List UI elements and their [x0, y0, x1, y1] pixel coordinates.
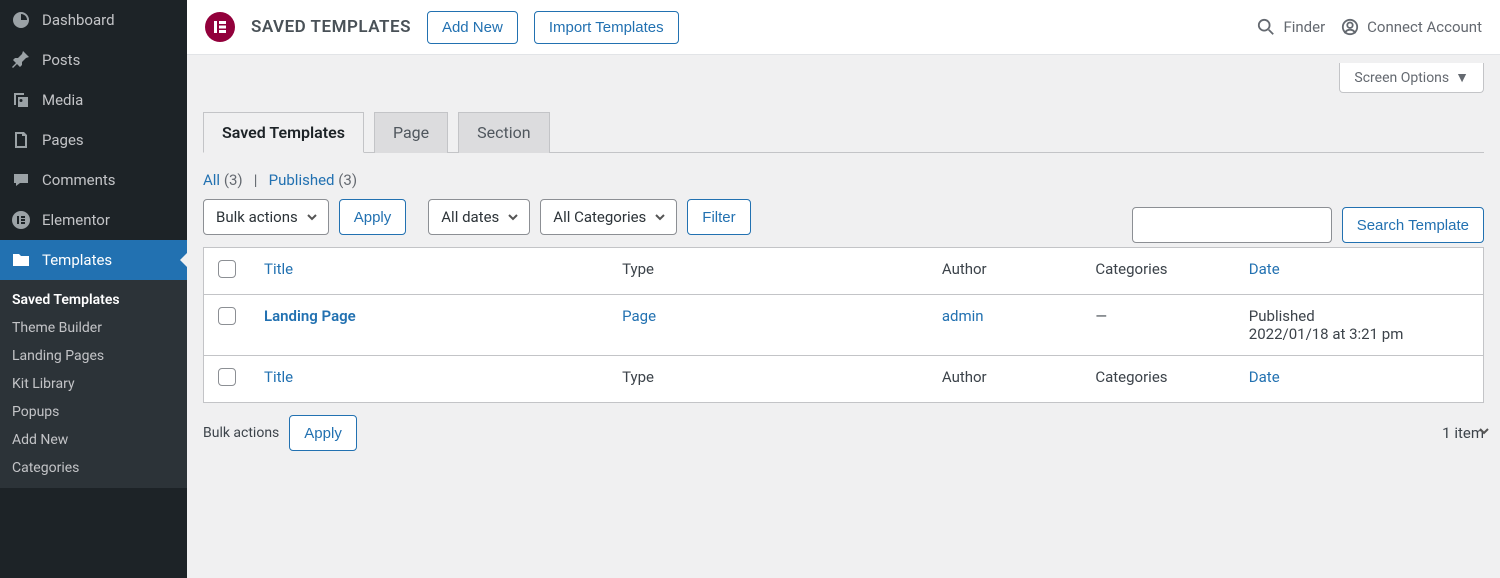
- screen-options-button[interactable]: Screen Options ▼: [1339, 63, 1484, 93]
- column-title[interactable]: Title: [264, 260, 293, 278]
- admin-sidebar: Dashboard Posts Media Pages Comments Ele…: [0, 0, 187, 578]
- bulk-actions-select[interactable]: Bulk actions: [203, 199, 329, 235]
- finder-button[interactable]: Finder: [1257, 18, 1325, 36]
- filter-button[interactable]: Filter: [687, 199, 750, 235]
- filter-published-link[interactable]: Published: [269, 171, 335, 189]
- table-footer-row: Title Type Author Categories Date: [204, 355, 1483, 402]
- status-filter-links: All (3) | Published (3): [203, 171, 1484, 189]
- sidebar-item-comments[interactable]: Comments: [0, 160, 187, 200]
- content-area: Screen Options ▼ Saved Templates Page Se…: [187, 55, 1500, 578]
- sidebar-item-label: Comments: [42, 171, 116, 189]
- sidebar-sub-saved-templates[interactable]: Saved Templates: [0, 286, 187, 314]
- elementor-logo: [205, 12, 235, 42]
- dates-select[interactable]: All dates: [428, 199, 530, 235]
- template-author-link[interactable]: admin: [942, 307, 984, 325]
- select-all-checkbox[interactable]: [218, 260, 236, 278]
- templates-table: Title Type Author Categories Date Landin…: [203, 247, 1484, 403]
- column-author: Author: [928, 248, 1081, 295]
- template-title-link[interactable]: Landing Page: [264, 307, 356, 325]
- template-type-link[interactable]: Page: [622, 307, 656, 325]
- sidebar-item-label: Posts: [42, 51, 80, 69]
- chevron-down-icon: [507, 211, 519, 223]
- chevron-down-icon: [1478, 425, 1490, 437]
- dates-value: All dates: [441, 208, 499, 226]
- sidebar-item-label: Dashboard: [42, 11, 115, 29]
- comments-icon: [10, 170, 32, 190]
- sidebar-sub-categories[interactable]: Categories: [0, 454, 187, 482]
- dashboard-icon: [10, 10, 32, 30]
- filter-all-link[interactable]: All: [203, 171, 220, 189]
- select-all-checkbox-footer[interactable]: [218, 368, 236, 386]
- sidebar-submenu: Saved Templates Theme Builder Landing Pa…: [0, 280, 187, 488]
- topbar: SAVED TEMPLATES Add New Import Templates…: [187, 0, 1500, 55]
- bulk-actions-select-bottom[interactable]: Bulk actions: [203, 425, 279, 441]
- elementor-icon: [10, 210, 32, 230]
- search-row: Search Template: [1132, 207, 1484, 243]
- sidebar-sub-landing-pages[interactable]: Landing Pages: [0, 342, 187, 370]
- sidebar-item-media[interactable]: Media: [0, 80, 187, 120]
- pin-icon: [10, 50, 32, 70]
- screen-options-label: Screen Options: [1354, 70, 1449, 86]
- column-type-footer: Type: [608, 355, 928, 402]
- sidebar-item-templates[interactable]: Templates: [0, 240, 187, 280]
- sidebar-item-posts[interactable]: Posts: [0, 40, 187, 80]
- media-icon: [10, 90, 32, 110]
- column-categories: Categories: [1081, 248, 1234, 295]
- filter-published-count: (3): [338, 171, 357, 189]
- template-categories: —: [1081, 295, 1234, 355]
- folder-icon: [10, 250, 32, 270]
- bulk-actions-value-bottom: Bulk actions: [203, 425, 279, 441]
- sidebar-item-elementor[interactable]: Elementor: [0, 200, 187, 240]
- date-value: 2022/01/18 at 3:21 pm: [1249, 325, 1404, 343]
- tab-page[interactable]: Page: [374, 112, 448, 153]
- chevron-down-icon: [306, 211, 318, 223]
- user-icon: [1341, 18, 1359, 36]
- tablenav-bottom: Bulk actions Apply 1 item: [203, 415, 1484, 451]
- sidebar-item-label: Templates: [42, 251, 112, 269]
- sidebar-item-dashboard[interactable]: Dashboard: [0, 0, 187, 40]
- search-input[interactable]: [1132, 207, 1332, 243]
- page-title: SAVED TEMPLATES: [251, 17, 411, 37]
- connect-account-button[interactable]: Connect Account: [1341, 18, 1482, 36]
- categories-select[interactable]: All Categories: [540, 199, 677, 235]
- column-type: Type: [608, 248, 928, 295]
- tab-saved-templates[interactable]: Saved Templates: [203, 112, 364, 153]
- column-categories-footer: Categories: [1081, 355, 1234, 402]
- apply-button-bottom[interactable]: Apply: [289, 415, 357, 451]
- search-template-button[interactable]: Search Template: [1342, 207, 1484, 243]
- chevron-down-icon: [654, 211, 666, 223]
- separator: |: [254, 171, 258, 189]
- row-checkbox[interactable]: [218, 307, 236, 325]
- filter-all-count: (3): [224, 171, 243, 189]
- apply-button[interactable]: Apply: [339, 199, 407, 235]
- date-status: Published: [1249, 307, 1315, 325]
- chevron-down-icon: ▼: [1455, 69, 1469, 86]
- column-date-footer[interactable]: Date: [1249, 368, 1280, 386]
- sidebar-sub-popups[interactable]: Popups: [0, 398, 187, 426]
- categories-value: All Categories: [553, 208, 646, 226]
- pages-icon: [10, 130, 32, 150]
- import-templates-button[interactable]: Import Templates: [534, 11, 679, 44]
- column-date[interactable]: Date: [1249, 260, 1280, 278]
- sidebar-sub-add-new[interactable]: Add New: [0, 426, 187, 454]
- column-author-footer: Author: [928, 355, 1081, 402]
- sidebar-item-pages[interactable]: Pages: [0, 120, 187, 160]
- table-row: Landing Page Page admin — Published 2022…: [204, 295, 1483, 355]
- sidebar-item-label: Pages: [42, 131, 84, 149]
- add-new-button[interactable]: Add New: [427, 11, 518, 44]
- template-date: Published 2022/01/18 at 3:21 pm: [1235, 295, 1483, 355]
- tabs: Saved Templates Page Section: [203, 111, 1484, 153]
- sidebar-item-label: Elementor: [42, 211, 110, 229]
- sidebar-item-label: Media: [42, 91, 83, 109]
- sidebar-sub-theme-builder[interactable]: Theme Builder: [0, 314, 187, 342]
- sidebar-sub-kit-library[interactable]: Kit Library: [0, 370, 187, 398]
- connect-account-label: Connect Account: [1367, 18, 1482, 36]
- tab-section[interactable]: Section: [458, 112, 549, 153]
- table-header-row: Title Type Author Categories Date: [204, 248, 1483, 295]
- main-area: SAVED TEMPLATES Add New Import Templates…: [187, 0, 1500, 578]
- search-icon: [1257, 18, 1275, 36]
- column-title-footer[interactable]: Title: [264, 368, 293, 386]
- bulk-actions-value: Bulk actions: [216, 208, 298, 226]
- finder-label: Finder: [1283, 18, 1325, 36]
